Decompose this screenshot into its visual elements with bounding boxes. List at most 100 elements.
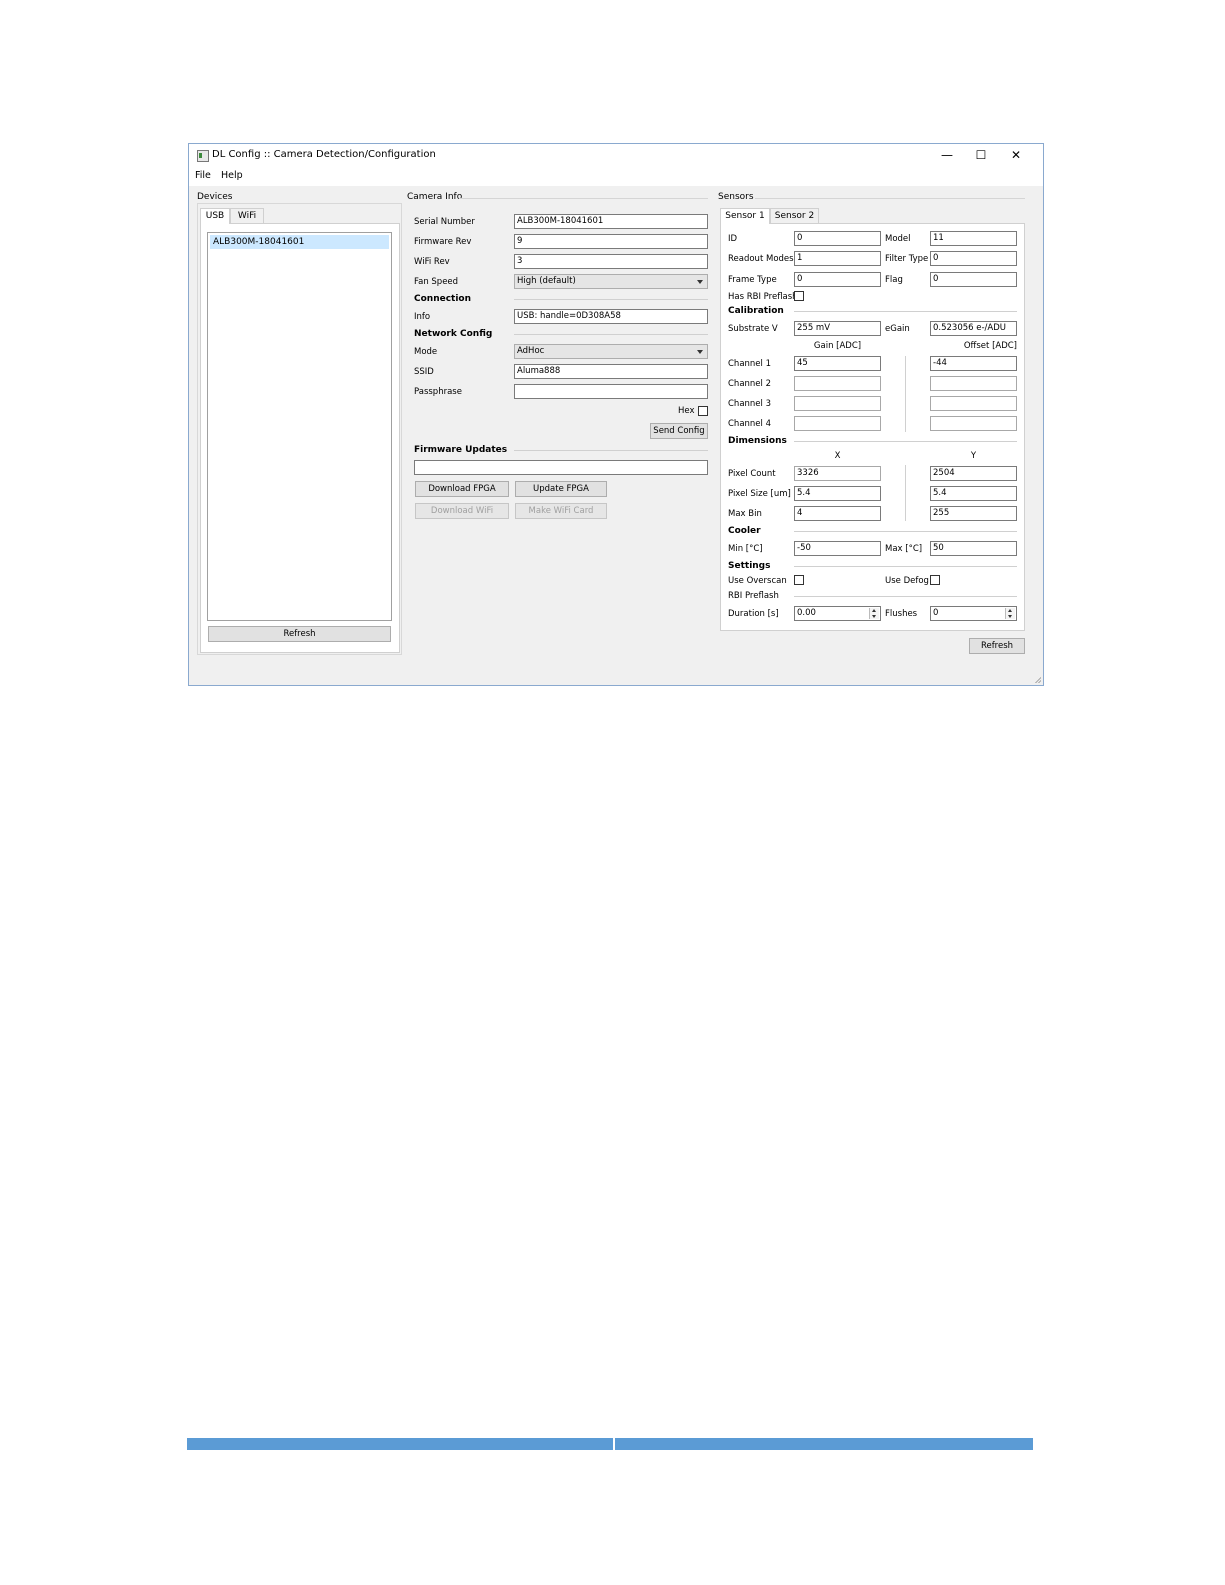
egain-field[interactable]: 0.523056 e-/ADU <box>930 321 1017 336</box>
substrate-v-field[interactable]: 255 mV <box>794 321 881 336</box>
flushes-label: Flushes <box>885 609 918 619</box>
flushes-spinbox[interactable]: 0 <box>930 606 1017 621</box>
channel-4-offset-field[interactable] <box>930 416 1017 431</box>
use-overscan-label: Use Overscan <box>728 576 787 586</box>
substrate-v-label: Substrate V <box>728 324 778 334</box>
wifi-rev-field[interactable]: 3 <box>514 254 708 269</box>
pixel-size-x-field[interactable]: 5.4 <box>794 486 881 501</box>
use-overscan-checkbox[interactable] <box>794 575 804 585</box>
connection-header: Connection <box>414 294 472 304</box>
download-fpga-button[interactable]: Download FPGA <box>415 481 509 497</box>
model-label: Model <box>885 234 911 244</box>
connection-info-field[interactable]: USB: handle=0D308A58 <box>514 309 708 324</box>
tab-sensor-1[interactable]: Sensor 1 <box>720 208 770 224</box>
firmware-path-field[interactable] <box>414 460 708 475</box>
network-config-divider <box>514 334 708 335</box>
use-defog-checkbox[interactable] <box>930 575 940 585</box>
readout-modes-label: Readout Modes <box>728 254 794 264</box>
fan-speed-label: Fan Speed <box>414 277 459 287</box>
pixel-count-x-field[interactable]: 3326 <box>794 466 881 481</box>
rbi-preflash-divider <box>794 596 1017 597</box>
tab-usb[interactable]: USB <box>200 208 230 224</box>
tab-wifi[interactable]: WiFi <box>230 208 264 224</box>
filter-type-field[interactable]: 0 <box>930 251 1017 266</box>
channel-2-offset-field[interactable] <box>930 376 1017 391</box>
close-button[interactable]: ✕ <box>1002 147 1030 163</box>
has-rbi-preflash-checkbox[interactable] <box>794 291 804 301</box>
frame-type-field[interactable]: 0 <box>794 272 881 287</box>
offset-column-header: Offset [ADC] <box>963 341 1017 351</box>
footer-bar-right <box>615 1438 1033 1450</box>
sensors-refresh-button[interactable]: Refresh <box>969 638 1025 654</box>
resize-grip-icon[interactable] <box>1034 676 1041 683</box>
flushes-value: 0 <box>933 608 939 618</box>
mode-label: Mode <box>414 347 438 357</box>
serial-number-label: Serial Number <box>414 217 475 227</box>
maximize-button[interactable]: ☐ <box>967 147 995 163</box>
menu-help[interactable]: Help <box>221 170 243 181</box>
flag-field[interactable]: 0 <box>930 272 1017 287</box>
minimize-button[interactable]: — <box>933 147 961 163</box>
ssid-field[interactable]: Aluma888 <box>514 364 708 379</box>
calibration-column-divider <box>905 356 906 432</box>
device-list-item[interactable]: ALB300M-18041601 <box>210 235 389 249</box>
fan-speed-select[interactable]: High (default) <box>514 274 708 289</box>
settings-divider <box>794 566 1017 567</box>
channel-1-gain-field[interactable]: 45 <box>794 356 881 371</box>
pixel-size-y-field[interactable]: 5.4 <box>930 486 1017 501</box>
duration-value: 0.00 <box>797 608 816 618</box>
channel-3-offset-field[interactable] <box>930 396 1017 411</box>
send-config-button[interactable]: Send Config <box>650 423 708 439</box>
channel-1-label: Channel 1 <box>728 359 772 369</box>
pixel-count-y-field[interactable]: 2504 <box>930 466 1017 481</box>
cooler-max-label: Max [°C] <box>885 544 923 554</box>
pixel-size-label: Pixel Size [um] <box>728 489 791 499</box>
egain-label: eGain <box>885 324 910 334</box>
frame-type-label: Frame Type <box>728 275 777 285</box>
firmware-rev-field[interactable]: 9 <box>514 234 708 249</box>
cooler-min-label: Min [°C] <box>728 544 763 554</box>
serial-number-field[interactable]: ALB300M-18041601 <box>514 214 708 229</box>
channel-4-gain-field[interactable] <box>794 416 881 431</box>
mode-select[interactable]: AdHoc <box>514 344 708 359</box>
tab-sensor-2[interactable]: Sensor 2 <box>770 208 819 224</box>
window-title: DL Config :: Camera Detection/Configurat… <box>212 149 436 160</box>
cooler-divider <box>794 531 1017 532</box>
duration-label: Duration [s] <box>728 609 779 619</box>
device-list[interactable]: ALB300M-18041601 <box>207 232 392 621</box>
max-bin-y-field[interactable]: 255 <box>930 506 1017 521</box>
passphrase-field[interactable] <box>514 384 708 399</box>
channel-2-label: Channel 2 <box>728 379 772 389</box>
connection-info-label: Info <box>414 312 431 322</box>
readout-modes-field[interactable]: 1 <box>794 251 881 266</box>
use-defog-label: Use Defog <box>885 576 929 586</box>
menu-file[interactable]: File <box>195 170 211 181</box>
devices-refresh-button[interactable]: Refresh <box>208 626 391 642</box>
spin-arrows-icon[interactable] <box>869 608 879 619</box>
cooler-max-field[interactable]: 50 <box>930 541 1017 556</box>
model-field[interactable]: 11 <box>930 231 1017 246</box>
channel-3-label: Channel 3 <box>728 399 772 409</box>
flag-label: Flag <box>885 275 903 285</box>
duration-spinbox[interactable]: 0.00 <box>794 606 881 621</box>
channel-3-gain-field[interactable] <box>794 396 881 411</box>
hex-checkbox[interactable] <box>698 406 708 416</box>
max-bin-x-field[interactable]: 4 <box>794 506 881 521</box>
camera-info-title: Camera Info <box>407 192 466 202</box>
spin-arrows-icon[interactable] <box>1005 608 1015 619</box>
update-fpga-button[interactable]: Update FPGA <box>515 481 607 497</box>
gain-column-header: Gain [ADC] <box>813 341 862 351</box>
app-window: DL Config :: Camera Detection/Configurat… <box>188 143 1044 686</box>
settings-header: Settings <box>728 561 771 571</box>
title-bar[interactable]: DL Config :: Camera Detection/Configurat… <box>189 144 1043 166</box>
calibration-header: Calibration <box>728 306 784 316</box>
has-rbi-preflash-label: Has RBI Preflash <box>728 292 798 302</box>
cooler-min-field[interactable]: -50 <box>794 541 881 556</box>
sensors-title: Sensors <box>718 192 757 202</box>
make-wifi-card-button[interactable]: Make WiFi Card <box>515 503 607 519</box>
download-wifi-button[interactable]: Download WiFi <box>415 503 509 519</box>
id-field[interactable]: 0 <box>794 231 881 246</box>
connection-divider <box>514 299 708 300</box>
channel-1-offset-field[interactable]: -44 <box>930 356 1017 371</box>
channel-2-gain-field[interactable] <box>794 376 881 391</box>
